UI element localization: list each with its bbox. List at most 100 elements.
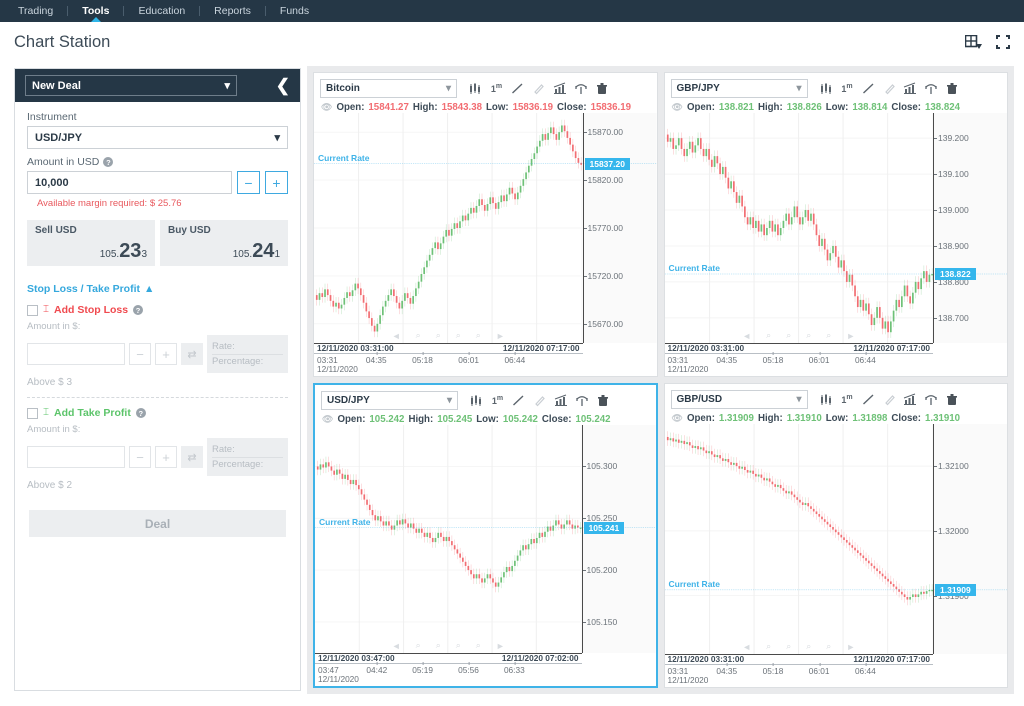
buy-quote-button[interactable]: Buy USD 105.241 — [160, 220, 288, 266]
indicators-icon[interactable] — [551, 80, 568, 97]
trendline-tool-icon[interactable] — [860, 391, 877, 408]
delete-icon[interactable] — [593, 80, 610, 97]
add-take-profit-checkbox[interactable] — [27, 407, 38, 419]
indicators-icon[interactable] — [902, 391, 919, 408]
stop-loss-take-profit-toggle[interactable]: Stop Loss / Take Profit ▲ — [27, 283, 288, 295]
pan-right-icon[interactable]: ► — [496, 641, 505, 651]
take-profit-amount-input[interactable] — [27, 446, 125, 468]
chart-panel-gbpusd[interactable]: GBP/USD ▾ 1m 👁 Open: 1.31909 High: 1.31910 Low: 1… — [663, 383, 1008, 688]
sell-quote-button[interactable]: Sell USD 105.233 — [27, 220, 155, 266]
nav-item-reports[interactable]: Reports — [200, 0, 265, 22]
visibility-eye-icon[interactable]: 👁 — [321, 102, 332, 113]
deal-type-select[interactable]: New Deal ▾ — [25, 75, 237, 96]
candlestick-chart-type-icon[interactable] — [468, 392, 485, 409]
visibility-eye-icon[interactable]: 👁 — [322, 414, 333, 425]
amount-increment-button[interactable]: + — [265, 171, 288, 194]
zoom-out-y-icon[interactable]: ⌕ — [806, 641, 811, 652]
zoom-out-y-icon[interactable]: ⌕ — [806, 330, 811, 341]
stop-loss-increment-button[interactable]: + — [155, 343, 177, 365]
timeframe-1m-icon[interactable]: 1m — [488, 80, 505, 97]
symbol-select[interactable]: Bitcoin ▾ — [320, 79, 457, 98]
symbol-select[interactable]: GBP/JPY ▾ — [670, 79, 808, 98]
take-profit-increment-button[interactable]: + — [155, 446, 177, 468]
symbol-select[interactable]: USD/JPY ▾ — [321, 391, 458, 410]
chart-time-range-bar[interactable]: 12/11/2020 03:31:00 12/11/2020 07:17:00 — [664, 654, 933, 665]
stop-loss-decrement-button[interactable]: − — [129, 343, 151, 365]
indicators-icon[interactable] — [902, 80, 919, 97]
take-profit-swap-icon[interactable]: ⇄ — [181, 446, 203, 468]
help-icon[interactable]: ? — [103, 157, 114, 167]
take-profit-decrement-button[interactable]: − — [129, 446, 151, 468]
trendline-tool-icon[interactable] — [860, 80, 877, 97]
delete-icon[interactable] — [944, 80, 961, 97]
studies-icon[interactable] — [573, 392, 590, 409]
grid-layout-icon[interactable] — [965, 35, 982, 49]
visibility-eye-icon[interactable]: 👁 — [672, 413, 683, 424]
chart-panel-gbpjpy[interactable]: GBP/JPY ▾ 1m 👁 Open: 138.821 High: 138.826 Low: 1… — [663, 72, 1008, 377]
candlestick-chart-type-icon[interactable] — [467, 80, 484, 97]
zoom-out-x-icon[interactable]: ⌕ — [416, 330, 421, 341]
nav-item-tools[interactable]: Tools — [68, 0, 123, 22]
collapse-panel-icon[interactable]: ❮ — [276, 77, 290, 94]
studies-icon[interactable] — [572, 80, 589, 97]
zoom-in-x-icon[interactable]: ⌕ — [436, 640, 441, 651]
zoom-out-x-icon[interactable]: ⌕ — [766, 330, 771, 341]
zoom-in-y-icon[interactable]: ⌕ — [826, 330, 831, 341]
help-icon[interactable]: ? — [135, 408, 146, 418]
timeframe-1m-icon[interactable]: 1m — [839, 80, 856, 97]
chart-time-range-bar[interactable]: 12/11/2020 03:31:00 12/11/2020 07:17:00 — [664, 343, 933, 354]
nav-item-trading[interactable]: Trading — [4, 0, 67, 22]
zoom-in-y-icon[interactable]: ⌕ — [476, 330, 481, 341]
symbol-select[interactable]: GBP/USD ▾ — [670, 390, 808, 409]
add-stop-loss-checkbox[interactable] — [27, 304, 38, 316]
chart-plot-area[interactable]: Current Rate 139.200 139.100 139.000 138.900… — [664, 113, 1007, 343]
trendline-tool-icon[interactable] — [509, 80, 526, 97]
chart-panel-usdjpy[interactable]: USD/JPY ▾ 1m 👁 Open: 105.242 High: 105.245 Low: 1… — [313, 383, 658, 688]
amount-input[interactable]: 10,000 — [27, 171, 232, 194]
candlestick-chart-type-icon[interactable] — [818, 80, 835, 97]
studies-icon[interactable] — [923, 391, 940, 408]
chart-plot-area[interactable]: Current Rate1.321001.320001.319001.31909… — [664, 424, 1007, 654]
nav-item-funds[interactable]: Funds — [266, 0, 323, 22]
indicators-icon[interactable] — [552, 392, 569, 409]
pan-left-icon[interactable]: ◄ — [742, 331, 751, 341]
pan-left-icon[interactable]: ◄ — [392, 331, 401, 341]
delete-icon[interactable] — [594, 392, 611, 409]
candlestick-chart-type-icon[interactable] — [818, 391, 835, 408]
stop-loss-amount-input[interactable] — [27, 343, 125, 365]
zoom-in-x-icon[interactable]: ⌕ — [436, 330, 441, 341]
studies-icon[interactable] — [923, 80, 940, 97]
deal-button[interactable]: Deal — [29, 510, 286, 537]
zoom-in-x-icon[interactable]: ⌕ — [786, 641, 791, 652]
pan-right-icon[interactable]: ► — [846, 642, 855, 652]
help-icon[interactable]: ? — [133, 305, 144, 315]
zoom-out-y-icon[interactable]: ⌕ — [456, 330, 461, 341]
zoom-in-y-icon[interactable]: ⌕ — [476, 640, 481, 651]
visibility-eye-icon[interactable]: 👁 — [672, 102, 683, 113]
chart-plot-area[interactable]: Current Rate 15870.00 15820.00 15770.00 1572… — [314, 113, 657, 343]
chart-plot-area[interactable]: Current Rate 105.300 105.250 105.200 105.150… — [315, 425, 656, 653]
add-stop-loss-row[interactable]: ⌶ Add Stop Loss ? — [27, 304, 288, 316]
zoom-in-y-icon[interactable]: ⌕ — [826, 641, 831, 652]
add-take-profit-row[interactable]: ⌶ Add Take Profit ? — [27, 407, 288, 419]
chart-time-range-bar[interactable]: 12/11/2020 03:47:00 12/11/2020 07:02:00 — [315, 653, 582, 664]
timeframe-1m-icon[interactable]: 1m — [839, 391, 856, 408]
zoom-out-y-icon[interactable]: ⌕ — [456, 640, 461, 651]
nav-item-education[interactable]: Education — [124, 0, 199, 22]
delete-icon[interactable] — [944, 391, 961, 408]
pan-left-icon[interactable]: ◄ — [392, 641, 401, 651]
pan-right-icon[interactable]: ► — [846, 331, 855, 341]
pan-right-icon[interactable]: ► — [496, 331, 505, 341]
chart-panel-bitcoin[interactable]: Bitcoin ▾ 1m 👁 Open: 15841.27 High: 15843.38 Low… — [313, 72, 658, 377]
fullscreen-icon[interactable] — [996, 35, 1010, 49]
zoom-out-x-icon[interactable]: ⌕ — [766, 641, 771, 652]
zoom-out-x-icon[interactable]: ⌕ — [416, 640, 421, 651]
trendline-tool-icon[interactable] — [510, 392, 527, 409]
zoom-in-x-icon[interactable]: ⌕ — [786, 330, 791, 341]
chart-time-range-bar[interactable]: 12/11/2020 03:31:00 12/11/2020 07:17:00 — [314, 343, 583, 354]
stop-loss-swap-icon[interactable]: ⇄ — [181, 343, 203, 365]
timeframe-1m-icon[interactable]: 1m — [489, 392, 506, 409]
pan-left-icon[interactable]: ◄ — [742, 642, 751, 652]
instrument-select[interactable]: USD/JPY ▾ — [27, 126, 288, 149]
amount-decrement-button[interactable]: − — [237, 171, 260, 194]
